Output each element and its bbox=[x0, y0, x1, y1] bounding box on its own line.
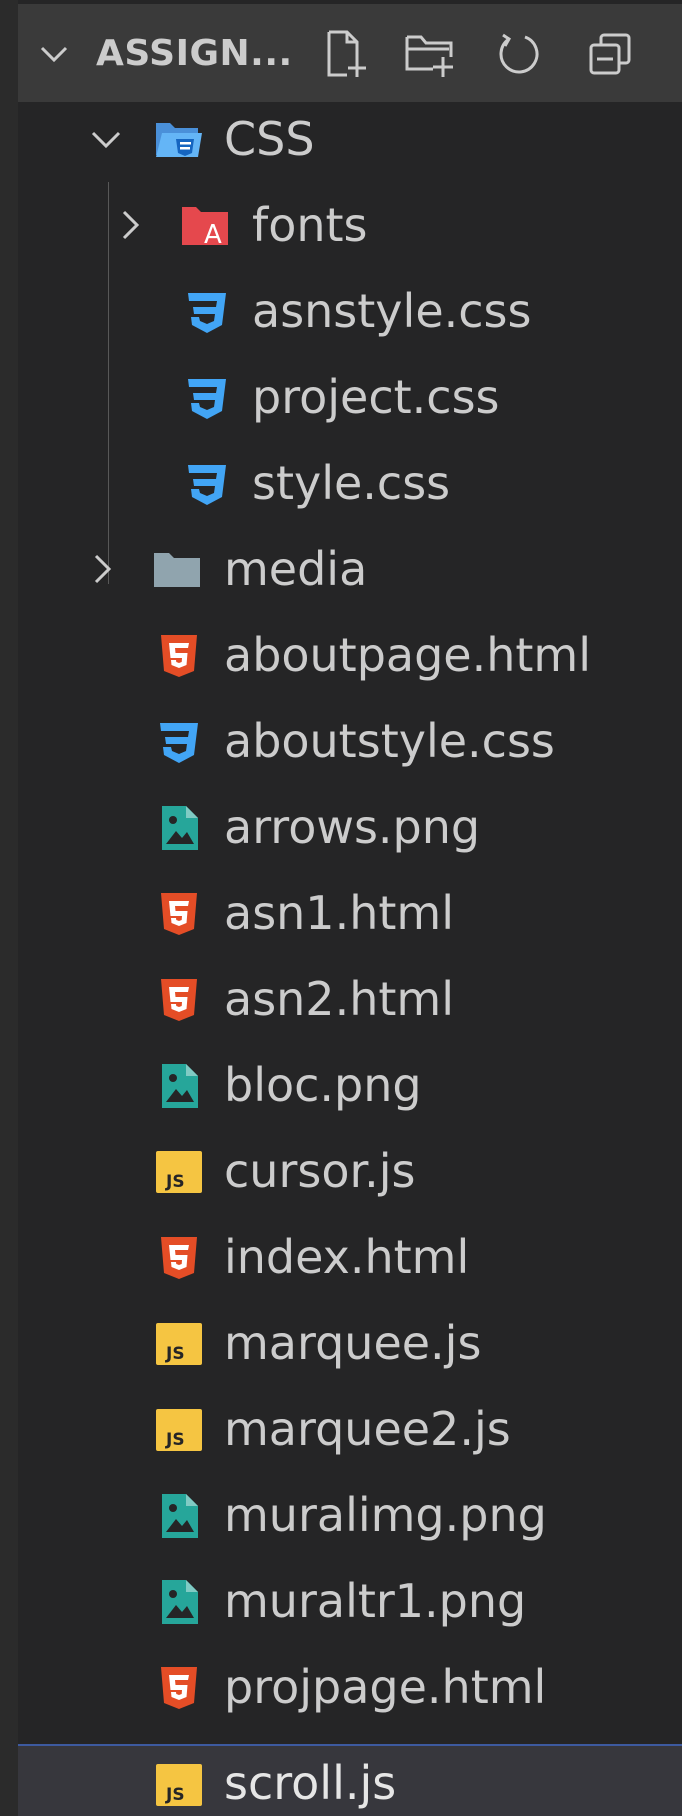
tree-file-style-css[interactable]: style.css bbox=[18, 440, 682, 526]
tree-item-label: asnstyle.css bbox=[252, 284, 532, 338]
tree-item-label: marquee.js bbox=[224, 1316, 482, 1370]
svg-text:A: A bbox=[204, 220, 222, 250]
tree-file-index-html[interactable]: index.html bbox=[18, 1214, 682, 1300]
tree-item-label: project.css bbox=[252, 370, 500, 424]
tree-file-marquee-js[interactable]: JS marquee.js bbox=[18, 1300, 682, 1386]
tree-file-project-css[interactable]: project.css bbox=[18, 354, 682, 440]
tree-folder-fonts[interactable]: A fonts bbox=[18, 182, 682, 268]
html-file-icon bbox=[161, 1667, 197, 1709]
html-file-icon bbox=[161, 635, 197, 677]
svg-text:JS: JS bbox=[165, 1430, 185, 1450]
image-file-icon bbox=[162, 1580, 198, 1624]
tree-item-label: muraltr1.png bbox=[224, 1574, 527, 1628]
tree-item-label: scroll.js bbox=[224, 1756, 397, 1810]
tree-file-muraltr1-png[interactable]: muraltr1.png bbox=[18, 1558, 682, 1644]
svg-text:JS: JS bbox=[165, 1785, 185, 1805]
html-file-icon bbox=[161, 1237, 197, 1279]
tree-file-marquee2-js[interactable]: JS marquee2.js bbox=[18, 1386, 682, 1472]
folder-icon bbox=[154, 553, 200, 587]
tree-item-label: style.css bbox=[252, 456, 451, 510]
tree-item-label: muralimg.png bbox=[224, 1488, 547, 1542]
tree-file-muralimg-png[interactable]: muralimg.png bbox=[18, 1472, 682, 1558]
tree-file-asn1-html[interactable]: asn1.html bbox=[18, 870, 682, 956]
tree-item-label: asn2.html bbox=[224, 972, 454, 1026]
tree-file-bloc-png[interactable]: bloc.png bbox=[18, 1042, 682, 1128]
tree-item-label: projpage.html bbox=[224, 1660, 547, 1714]
image-file-icon bbox=[162, 1064, 198, 1108]
tree-item-label: aboutstyle.css bbox=[224, 714, 555, 768]
file-explorer: ASSIGN... CSS A fonts asnstyle.css proje… bbox=[0, 0, 682, 1816]
tree-file-asn2-html[interactable]: asn2.html bbox=[18, 956, 682, 1042]
fonts-folder-icon: A bbox=[182, 207, 228, 250]
tree-item-label: marquee2.js bbox=[224, 1402, 511, 1456]
tree-item-label: cursor.js bbox=[224, 1144, 416, 1198]
css-file-icon bbox=[188, 379, 226, 419]
tree-item-label: index.html bbox=[224, 1230, 470, 1284]
tree-file-scroll-js[interactable]: JS scroll.js bbox=[18, 1744, 682, 1816]
tree-item-label: fonts bbox=[252, 198, 368, 252]
tree-folder-media[interactable]: media bbox=[18, 526, 682, 612]
svg-text:JS: JS bbox=[165, 1172, 185, 1192]
css-folder-open-icon bbox=[156, 123, 202, 157]
css-file-icon bbox=[188, 293, 226, 333]
refresh-icon bbox=[499, 33, 539, 74]
chevron-down-icon[interactable] bbox=[36, 36, 72, 72]
tree-file-aboutstyle-css[interactable]: aboutstyle.css bbox=[18, 698, 682, 784]
chevron-right-icon bbox=[122, 210, 140, 240]
new-folder-icon bbox=[405, 35, 453, 77]
new-file-icon bbox=[327, 30, 366, 77]
tree-item-label: asn1.html bbox=[224, 886, 454, 940]
tree-file-asnstyle-css[interactable]: asnstyle.css bbox=[18, 268, 682, 354]
collapse-all-button[interactable] bbox=[582, 26, 638, 82]
tree-item-label: aboutpage.html bbox=[224, 628, 592, 682]
tree-item-label: arrows.png bbox=[224, 800, 481, 854]
tree-item-label: bloc.png bbox=[224, 1058, 422, 1112]
javascript-file-icon: JS bbox=[156, 1323, 202, 1365]
css-file-icon bbox=[188, 465, 226, 505]
new-folder-button[interactable] bbox=[402, 26, 458, 82]
image-file-icon bbox=[162, 806, 198, 850]
collapse-all-icon bbox=[589, 33, 631, 75]
tree-file-cursor-js[interactable]: JS cursor.js bbox=[18, 1128, 682, 1214]
javascript-file-icon: JS bbox=[156, 1151, 202, 1193]
tree-folder-css[interactable]: CSS bbox=[18, 96, 682, 182]
html-file-icon bbox=[161, 979, 197, 1021]
image-file-icon bbox=[162, 1494, 198, 1538]
refresh-button[interactable] bbox=[492, 26, 548, 82]
workspace-title: ASSIGN... bbox=[96, 33, 293, 74]
activity-border bbox=[0, 0, 18, 1816]
tree-item-label: CSS bbox=[224, 112, 315, 166]
tree-file-projpage-html[interactable]: projpage.html bbox=[18, 1644, 682, 1730]
svg-text:JS: JS bbox=[165, 1344, 185, 1364]
tree-file-aboutpage-html[interactable]: aboutpage.html bbox=[18, 612, 682, 698]
css-file-icon bbox=[160, 723, 198, 763]
chevron-down-icon bbox=[91, 131, 121, 149]
tree-file-arrows-png[interactable]: arrows.png bbox=[18, 784, 682, 870]
javascript-file-icon: JS bbox=[156, 1409, 202, 1451]
explorer-section-header[interactable]: ASSIGN... bbox=[18, 4, 682, 102]
tree-item-label: media bbox=[224, 542, 368, 596]
chevron-right-icon bbox=[94, 554, 112, 584]
new-file-button[interactable] bbox=[318, 26, 374, 82]
javascript-file-icon: JS bbox=[156, 1764, 202, 1806]
html-file-icon bbox=[161, 893, 197, 935]
